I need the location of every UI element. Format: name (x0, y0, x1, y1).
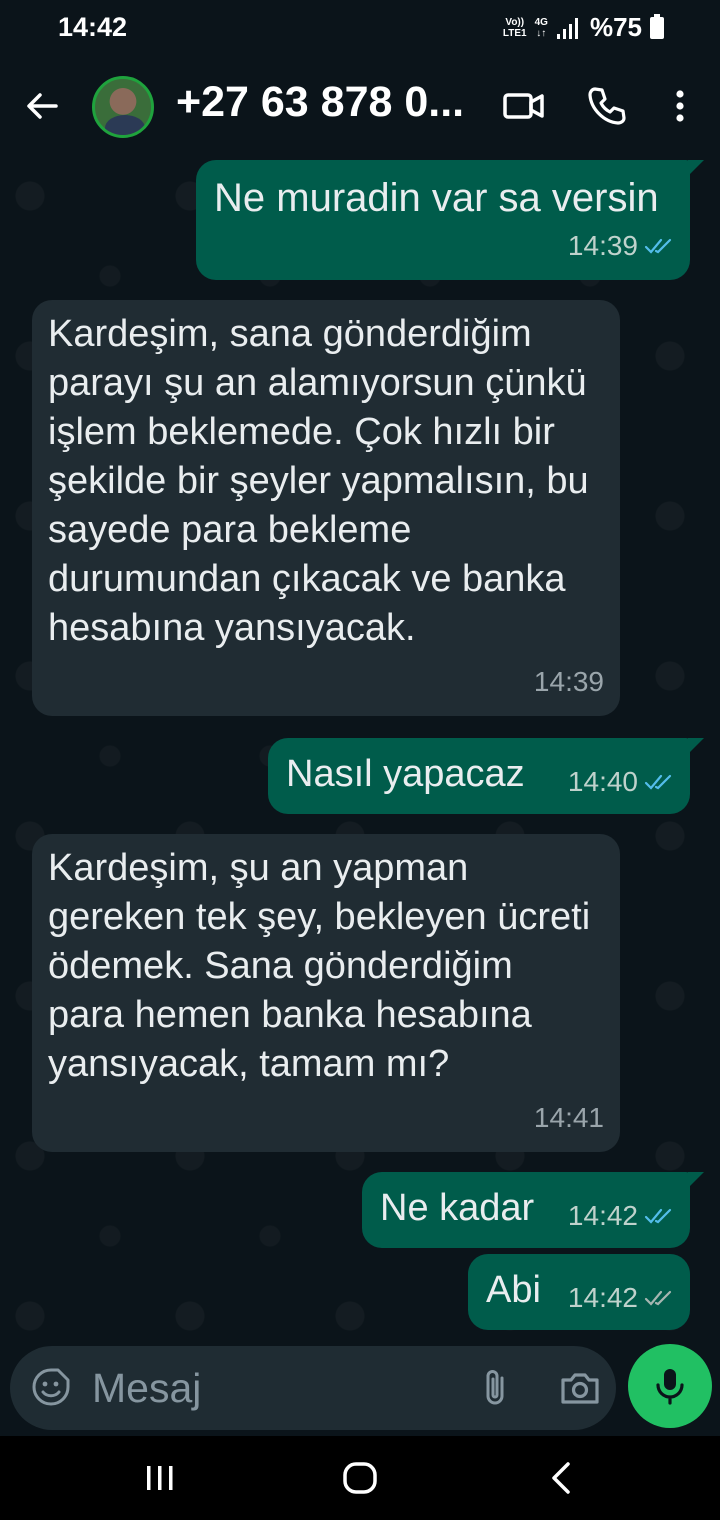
read-ticks-icon (644, 238, 672, 254)
message-bubble-outgoing[interactable]: Ne kadar 14:42 (362, 1172, 704, 1248)
voice-record-button[interactable] (628, 1344, 712, 1428)
message-time: 14:41 (533, 1102, 604, 1133)
sticker-emoji-icon[interactable] (30, 1366, 72, 1408)
contact-avatar[interactable] (92, 76, 154, 138)
chat-header: +27 63 878 0... (0, 60, 720, 156)
message-time: 14:42 (567, 1282, 638, 1313)
message-time: 14:39 (533, 666, 604, 697)
message-composer (0, 1340, 720, 1436)
message-text: Kardeşim, sana gönderdiğim parayı şu an … (48, 313, 589, 649)
message-bubble-incoming[interactable]: Kardeşim, şu an yapman gereken tek şey, … (32, 834, 620, 1152)
message-bubble-incoming[interactable]: Kardeşim, sana gönderdiğim parayı şu an … (32, 300, 620, 716)
camera-icon[interactable] (558, 1366, 602, 1410)
message-input-container[interactable] (10, 1346, 616, 1430)
contact-name[interactable]: +27 63 878 0... (176, 78, 476, 127)
volte-indicator: Vo)) LTE1 (502, 16, 527, 39)
delivered-ticks-icon (644, 1290, 672, 1306)
message-input[interactable] (92, 1360, 452, 1416)
system-navigation-bar (0, 1436, 720, 1520)
chat-history[interactable]: Ne muradin var sa versin 14:39 Kardeşim,… (0, 156, 720, 1340)
attach-icon[interactable] (476, 1366, 516, 1410)
read-ticks-icon (644, 774, 672, 790)
message-text: Ne muradin var sa versin (214, 176, 659, 220)
home-icon[interactable] (338, 1458, 382, 1498)
message-text: Nasıl yapacaz (286, 753, 525, 795)
microphone-icon (656, 1369, 684, 1405)
status-bar: 14:42 Vo)) LTE1 4G ↓↑ %75 (0, 0, 720, 60)
video-call-icon[interactable] (502, 84, 546, 128)
message-bubble-outgoing[interactable]: Nasıl yapacaz 14:40 (268, 738, 704, 814)
message-bubble-outgoing[interactable]: Ne muradin var sa versin 14:39 (196, 160, 704, 280)
more-vert-icon[interactable] (660, 84, 700, 128)
read-ticks-icon (644, 1208, 672, 1224)
message-text: Kardeşim, şu an yapman gereken tek şey, … (48, 847, 591, 1085)
status-indicators: Vo)) LTE1 4G ↓↑ %75 (503, 12, 664, 43)
status-time: 14:42 (58, 12, 128, 42)
back-arrow-icon[interactable] (22, 86, 62, 126)
network-type: 4G ↓↑ (534, 16, 548, 39)
message-time: 14:42 (567, 1200, 638, 1231)
phone-icon[interactable] (585, 84, 629, 128)
recent-apps-icon[interactable] (138, 1458, 182, 1498)
signal-icon (556, 17, 578, 39)
battery-level: %75 (589, 12, 642, 42)
message-bubble-outgoing[interactable]: Abi 14:42 (468, 1254, 690, 1330)
nav-back-icon[interactable] (540, 1458, 584, 1498)
message-time: 14:39 (567, 230, 638, 261)
battery-icon (650, 13, 664, 39)
message-time: 14:40 (567, 766, 638, 797)
message-text: Abi (486, 1269, 541, 1311)
message-text: Ne kadar (380, 1187, 535, 1229)
